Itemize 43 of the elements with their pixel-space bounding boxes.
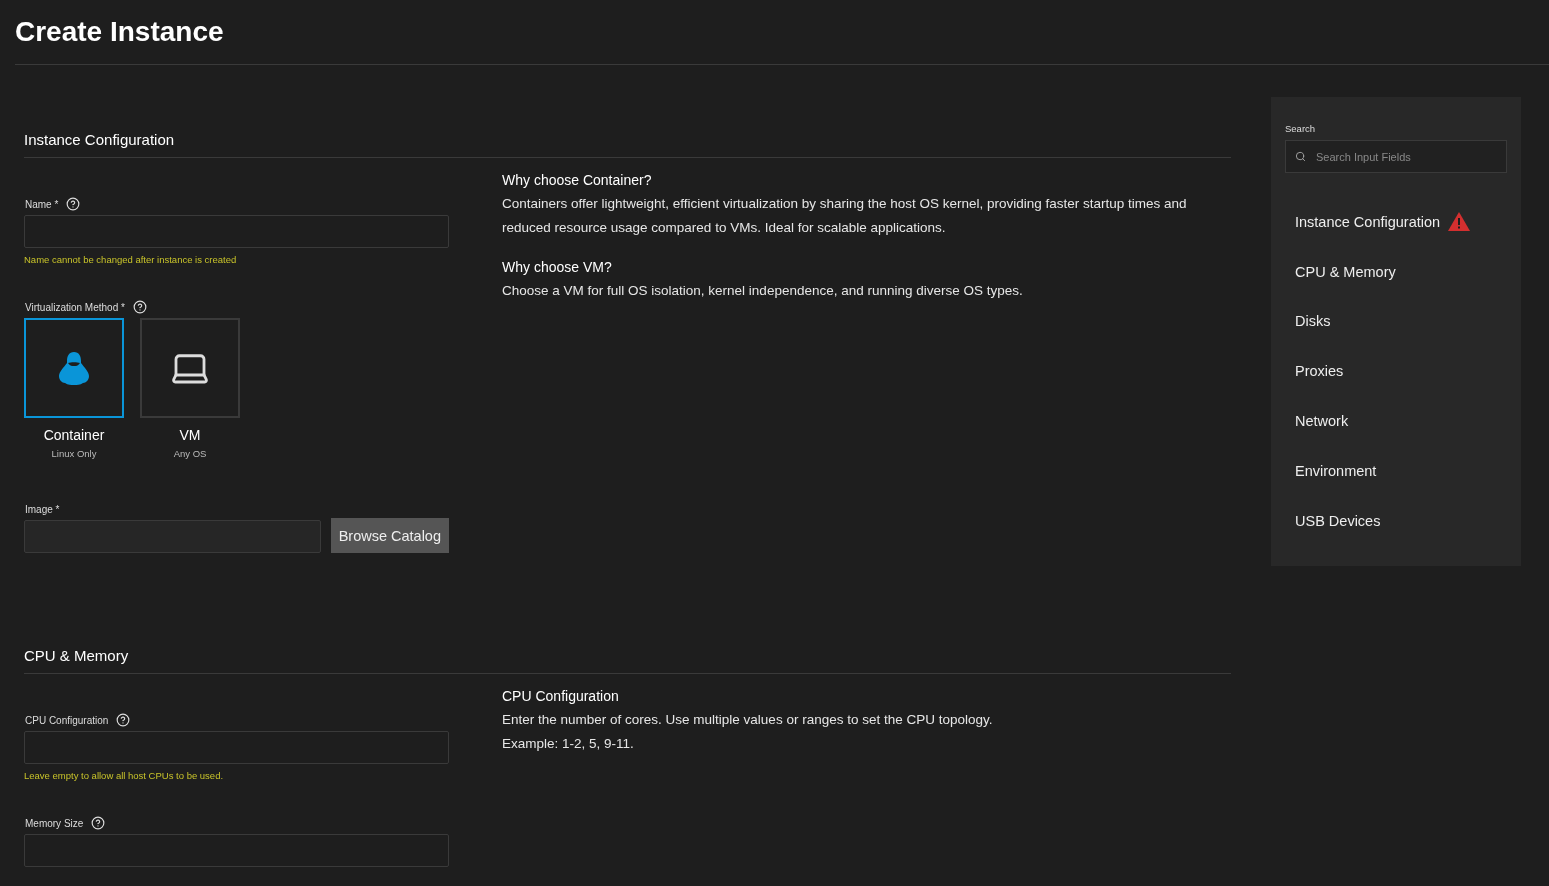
help-icon[interactable] <box>91 816 106 830</box>
search-field[interactable]: Search Input Fields <box>1285 140 1507 173</box>
help-text: Choose a VM for full OS isolation, kernel independence, and running diverse OS types. <box>502 282 1024 300</box>
field-label: Image * <box>24 503 60 515</box>
help-icon[interactable] <box>116 713 131 727</box>
section-title: CPU & Memory <box>24 613 1231 674</box>
nav-link[interactable]: Network <box>1295 396 1507 446</box>
nav-link[interactable]: USB Devices <box>1295 495 1507 546</box>
field-label: CPU Configuration <box>24 714 109 726</box>
text-input-field[interactable] <box>24 215 449 248</box>
option-tile[interactable] <box>24 318 124 418</box>
help-icon[interactable] <box>132 300 147 314</box>
option-name: Container <box>43 427 105 443</box>
page-title: Create Instance <box>15 16 224 48</box>
text-input-field[interactable] <box>24 834 449 867</box>
help-heading: Why choose Container? <box>502 172 653 188</box>
field-label: Virtualization Method * <box>24 301 125 313</box>
section-title: Instance Configuration <box>24 97 1231 158</box>
help-heading: Why choose VM? <box>502 259 613 275</box>
browse-catalog-button[interactable]: Browse Catalog <box>330 518 449 553</box>
help-icon[interactable] <box>66 197 81 211</box>
help-heading: CPU Configuration <box>502 688 620 704</box>
option-name: VM <box>179 427 201 443</box>
option-note: Linux Only <box>51 448 97 459</box>
field-hint: Name cannot be changed after instance is created <box>24 254 238 265</box>
help-text: Enter the number of cores. Use multiple values or ranges to set the CPU topology. Example: 1-2, 5, 9-11. <box>502 711 994 753</box>
nav-link[interactable]: Environment <box>1295 446 1507 496</box>
search-input[interactable]: Search Input Fields <box>1314 149 1497 164</box>
option-note: Any OS <box>173 448 207 459</box>
image-input-field[interactable] <box>24 520 321 553</box>
search-icon <box>1295 151 1306 162</box>
field-label: Memory Size <box>24 817 84 829</box>
nav-link[interactable]: Proxies <box>1295 346 1507 397</box>
field-label: Name * <box>24 198 59 210</box>
option-tile[interactable] <box>140 318 240 418</box>
nav-link[interactable]: Instance Configuration <box>1295 197 1507 247</box>
nav-link[interactable]: Disks <box>1295 296 1507 347</box>
penguin-icon <box>56 350 92 386</box>
field-hint: Leave empty to allow all host CPUs to be used. <box>24 770 225 781</box>
text-input-field[interactable] <box>24 731 449 764</box>
search-label: Search <box>1285 123 1317 134</box>
help-text: Containers offer lightweight, efficient virtualization by sharing the host OS kernel, providing faster startup times and reduced resource usage compared to VMs. Ideal for scalable applications. <box>502 195 1188 237</box>
nav-link[interactable]: CPU & Memory <box>1295 246 1507 297</box>
